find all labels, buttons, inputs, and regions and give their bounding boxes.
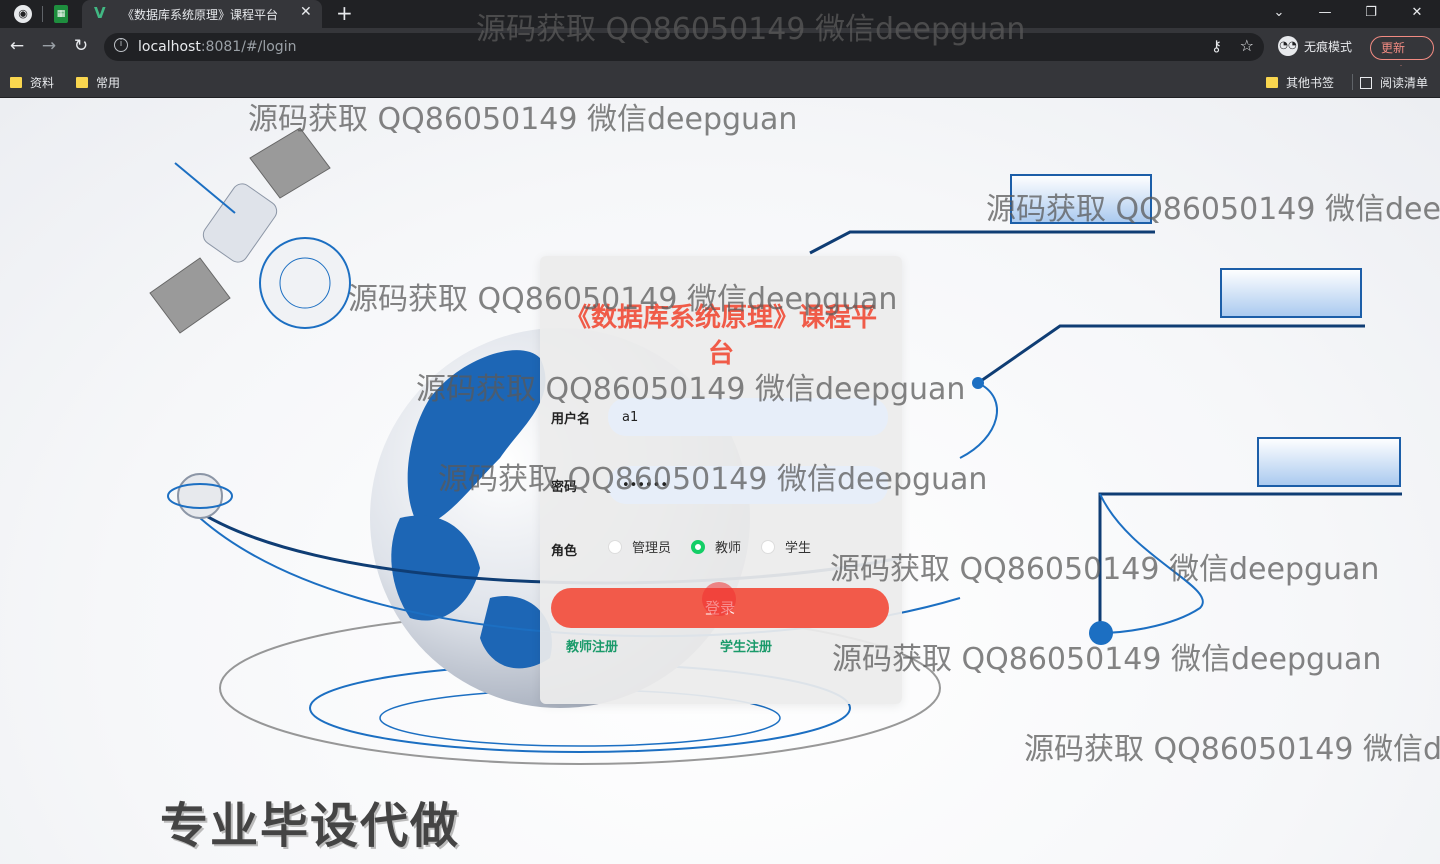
- incognito-icon: ◔◔: [1278, 36, 1298, 56]
- tab-close-icon[interactable]: ✕: [300, 4, 312, 20]
- radio-admin[interactable]: [608, 539, 622, 554]
- username-label: 用户名: [551, 412, 591, 427]
- role-label: 角色: [551, 544, 578, 559]
- navigation-bar: ← → ↻ i localhost:8081/#/login ⚷ ☆ ◔◔ 无痕…: [0, 28, 1440, 77]
- radio-student[interactable]: [761, 539, 776, 554]
- teacher-register-link[interactable]: 教师注册: [566, 636, 618, 655]
- promo-text: 专业毕设代做: [160, 798, 461, 854]
- minimize-icon[interactable]: —: [1302, 0, 1348, 28]
- connector-line: [1098, 492, 1402, 633]
- other-bookmarks-label: 其他书签: [1286, 76, 1335, 90]
- other-bookmarks[interactable]: 其他书签: [1266, 74, 1334, 91]
- reading-list-label: 阅读清单: [1380, 76, 1429, 90]
- username-input[interactable]: [608, 398, 888, 436]
- incognito-indicator[interactable]: ◔◔ 无痕模式: [1278, 36, 1352, 56]
- bookmark-folder-changyong[interactable]: 常用: [76, 74, 120, 91]
- folder-icon: [1266, 77, 1278, 88]
- connector-line: [977, 324, 1365, 385]
- back-icon[interactable]: ←: [6, 36, 28, 56]
- address-bar[interactable]: i localhost:8081/#/login ⚷ ☆: [104, 33, 1264, 61]
- info-box: [1257, 437, 1401, 487]
- new-tab-icon[interactable]: +: [336, 1, 353, 25]
- radio-student-label[interactable]: 学生: [785, 537, 811, 556]
- connector-node: [972, 377, 984, 389]
- click-indicator: [702, 582, 736, 616]
- window-controls: ⌄ — ❐ ✕: [1256, 0, 1440, 28]
- reading-list-icon: [1360, 76, 1372, 89]
- password-input[interactable]: [608, 466, 888, 504]
- connector-curve: [1099, 493, 1204, 634]
- update-label: 更新: [1381, 41, 1406, 55]
- bookmark-separator: [1352, 74, 1353, 90]
- vue-favicon-icon: V: [94, 4, 106, 22]
- tab-search-icon[interactable]: ⌄: [1256, 0, 1302, 28]
- tab-bar: ◉ ▦ V 《数据库系统原理》课程平台 ✕ + ⌄ — ❐ ✕: [0, 0, 1440, 28]
- small-sphere: [177, 473, 223, 519]
- browser-globe-icon[interactable]: ◉: [14, 5, 32, 23]
- url-host: localhost: [138, 39, 201, 55]
- connector-node: [1089, 621, 1113, 645]
- connector-curve: [959, 382, 998, 459]
- info-box: [1010, 174, 1152, 224]
- update-button[interactable]: 更新 ⋮: [1370, 36, 1434, 77]
- login-page: 专业毕设代做 《数据库系统原理》课程平台 用户名 密码 角色 管理员 教师 学生…: [0, 98, 1440, 864]
- bookmarks-bar: 资料 常用 其他书签 阅读清单: [0, 66, 1440, 98]
- student-register-link[interactable]: 学生注册: [720, 636, 772, 655]
- sheets-tab-icon[interactable]: ▦: [54, 5, 68, 23]
- login-card: 《数据库系统原理》课程平台 用户名 密码 角色 管理员 教师 学生 登录 教师注…: [540, 256, 902, 704]
- platform-title: 《数据库系统原理》课程平台: [564, 303, 877, 369]
- tab-title: 《数据库系统原理》课程平台: [122, 8, 279, 22]
- url-path: :8081/#/login: [200, 39, 297, 55]
- tab-separator: [42, 6, 43, 22]
- bookmark-star-icon[interactable]: ☆: [1240, 36, 1254, 55]
- bookmark-label: 资料: [30, 76, 55, 90]
- folder-icon: [10, 77, 22, 88]
- connector-line: [809, 230, 1155, 255]
- radio-admin-label[interactable]: 管理员: [632, 537, 671, 556]
- url-text[interactable]: localhost:8081/#/login: [138, 39, 296, 55]
- site-info-icon[interactable]: i: [114, 38, 128, 52]
- role-radio-group: 管理员 教师 学生: [608, 537, 831, 556]
- active-tab[interactable]: V 《数据库系统原理》课程平台 ✕: [82, 0, 322, 28]
- incognito-label: 无痕模式: [1304, 39, 1353, 54]
- folder-icon: [76, 77, 88, 88]
- close-window-icon[interactable]: ✕: [1394, 0, 1440, 28]
- bookmark-label: 常用: [96, 76, 121, 90]
- reading-list[interactable]: 阅读清单: [1360, 74, 1428, 91]
- reload-icon[interactable]: ↻: [70, 36, 92, 56]
- password-key-icon[interactable]: ⚷: [1211, 37, 1222, 55]
- info-box: [1220, 268, 1362, 318]
- radio-teacher-label[interactable]: 教师: [715, 537, 741, 556]
- bookmark-folder-ziliao[interactable]: 资料: [10, 74, 54, 91]
- forward-icon[interactable]: →: [38, 36, 60, 56]
- password-label: 密码: [551, 480, 578, 495]
- satellite: [149, 127, 351, 334]
- restore-icon[interactable]: ❐: [1348, 0, 1394, 28]
- radio-teacher[interactable]: [691, 539, 706, 554]
